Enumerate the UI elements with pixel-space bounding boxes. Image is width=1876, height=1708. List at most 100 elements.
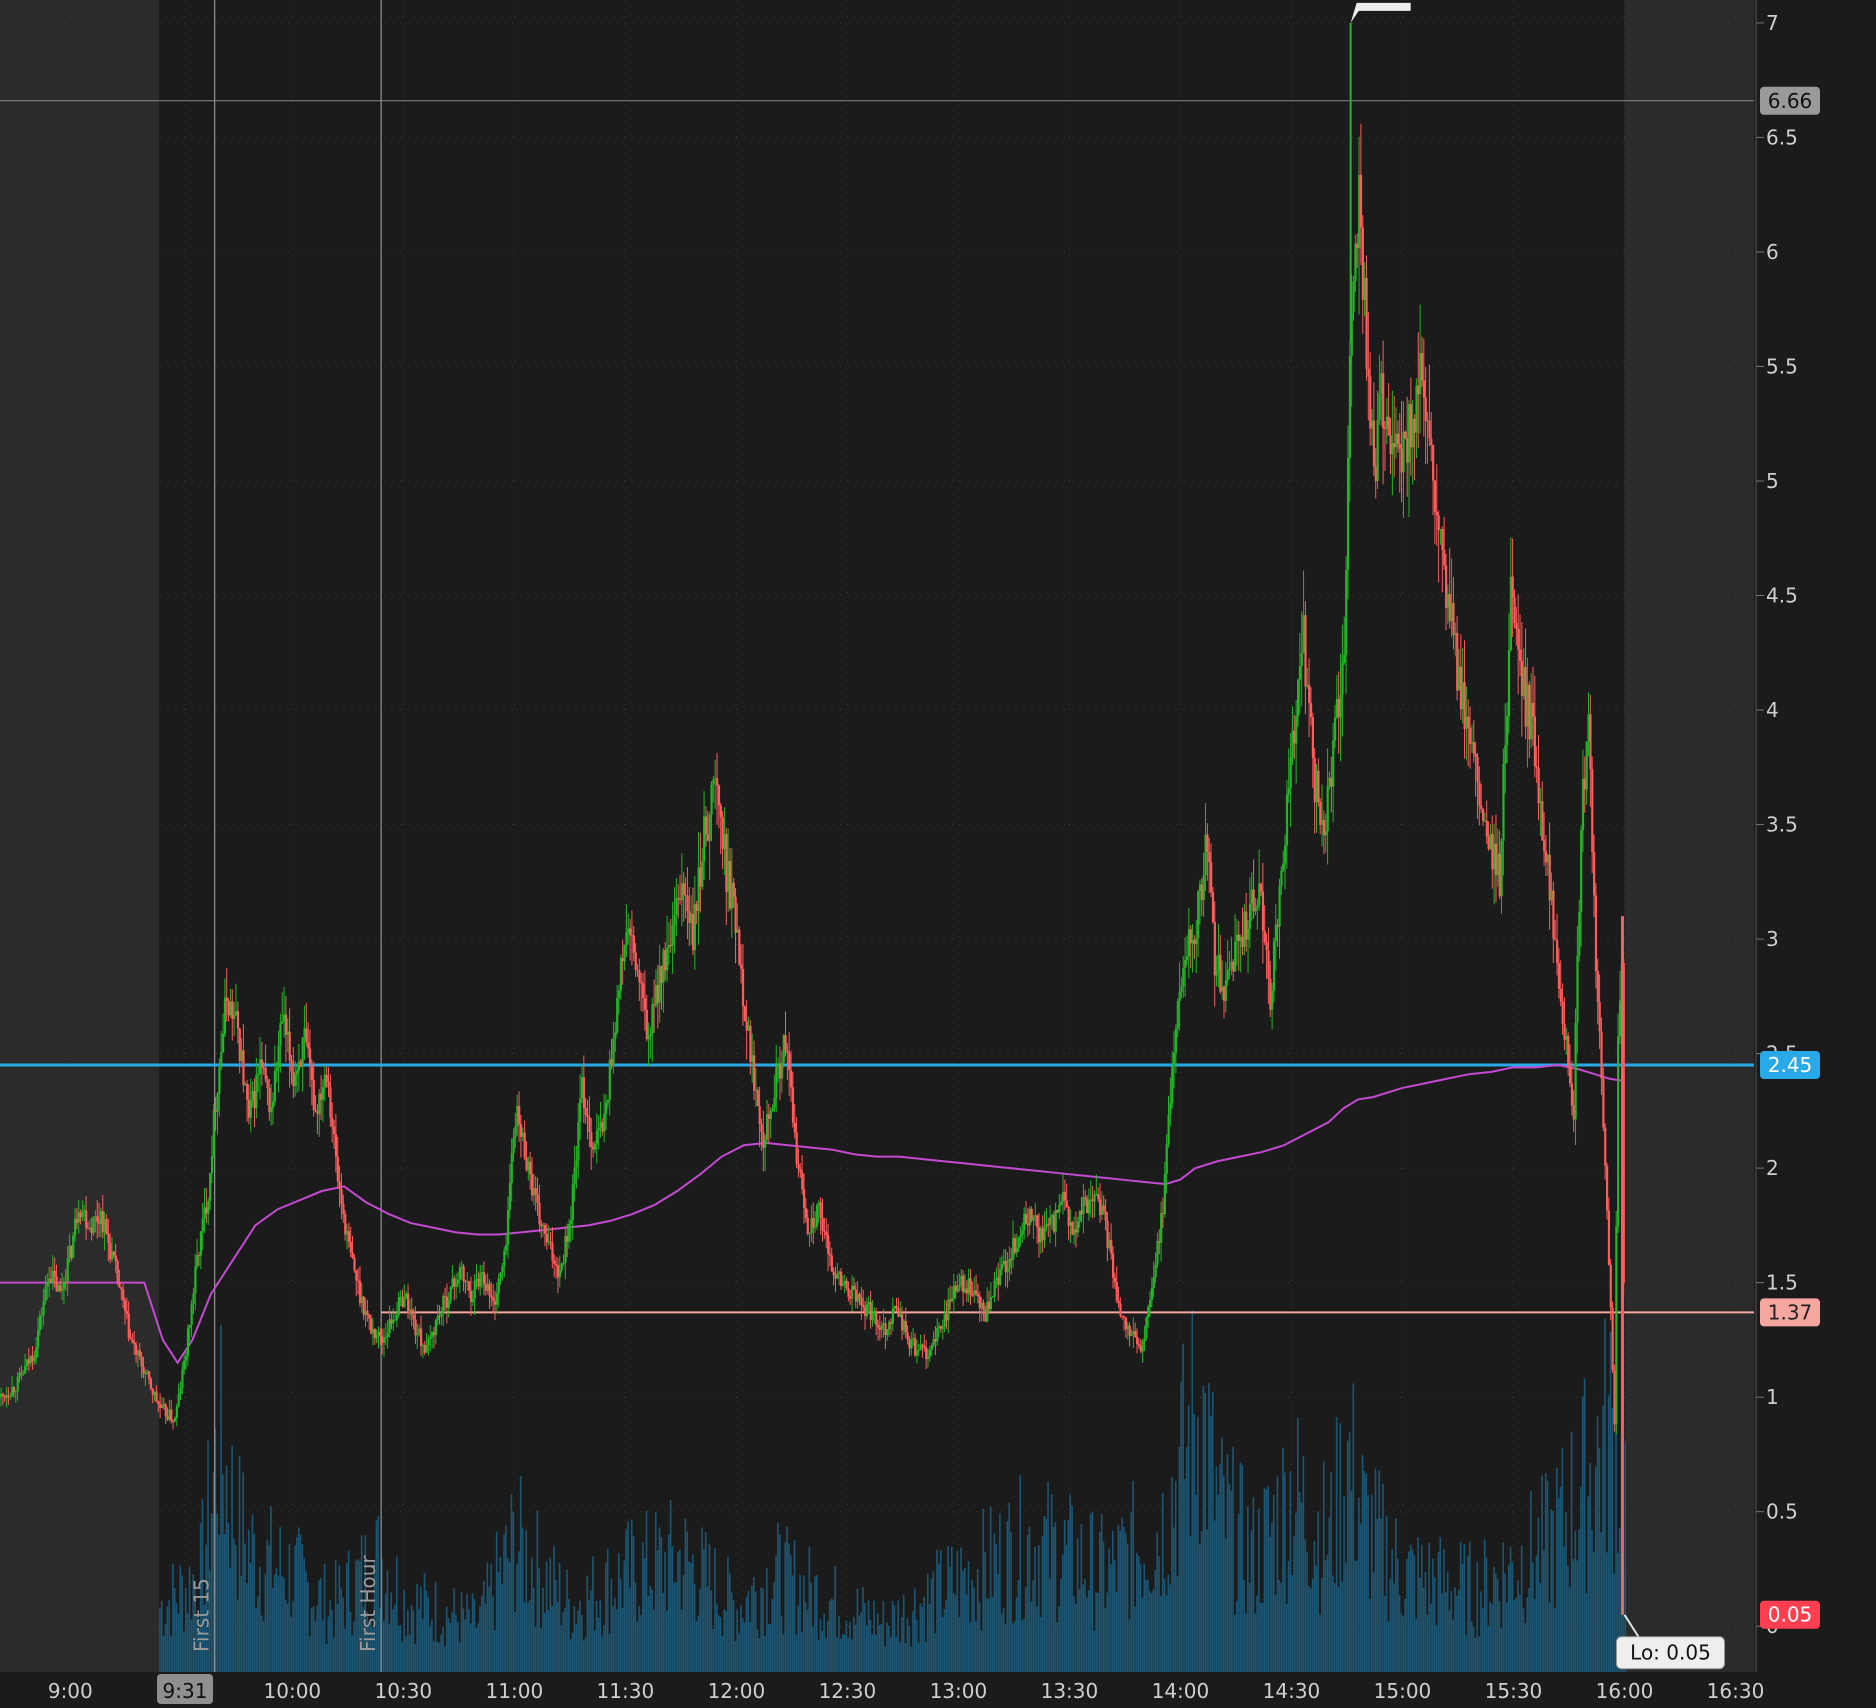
volume-bar [621, 1607, 624, 1672]
volume-bar [1076, 1538, 1079, 1672]
candle-body [573, 1167, 576, 1185]
volume-bar [1269, 1537, 1271, 1672]
volume-bar [399, 1625, 402, 1672]
volume-bar [1528, 1588, 1530, 1672]
candle-body [148, 1371, 151, 1379]
candle-body [462, 1266, 465, 1282]
volume-bar [347, 1550, 350, 1672]
candle-body [686, 895, 689, 912]
volume-bar [1480, 1591, 1482, 1672]
x-tick-label: 11:30 [597, 1679, 655, 1703]
candle-body [501, 1266, 504, 1273]
candle-body [181, 1369, 184, 1389]
volume-bar [956, 1550, 959, 1672]
volume-bar [1517, 1580, 1519, 1672]
volume-bar [264, 1573, 267, 1672]
candle-body [917, 1349, 920, 1351]
volume-bar [640, 1614, 642, 1672]
volume-bar [469, 1623, 472, 1672]
candle-body [634, 952, 637, 970]
candle-body [275, 1068, 278, 1072]
volume-bar [349, 1611, 352, 1672]
volume-bar [1435, 1625, 1438, 1672]
candle-body [482, 1272, 486, 1285]
x-tick-label: 14:30 [1263, 1679, 1321, 1703]
volume-bar [1332, 1575, 1334, 1672]
volume-bar [699, 1588, 701, 1672]
volume-bar [438, 1642, 441, 1672]
volume-bar [516, 1564, 518, 1672]
volume-bar [943, 1609, 946, 1672]
x-tick-label: 16:00 [1596, 1679, 1654, 1703]
volume-bar [1230, 1490, 1232, 1672]
volume-bar [310, 1607, 313, 1672]
volume-bar [297, 1527, 300, 1672]
candle-body [1259, 883, 1263, 892]
candle-body [1567, 1035, 1570, 1067]
volume-bar [947, 1546, 949, 1672]
x-tick-label: 10:30 [375, 1679, 433, 1703]
volume-bar [662, 1592, 664, 1672]
volume-bar [1245, 1612, 1247, 1672]
volume-bar [775, 1555, 777, 1672]
candle-body [1184, 959, 1187, 969]
volume-bar [1335, 1417, 1338, 1672]
candle-body [490, 1295, 493, 1298]
volume-bar [251, 1514, 254, 1672]
candle-body [1285, 794, 1289, 846]
candle-body [1123, 1316, 1126, 1318]
volume-bar [986, 1598, 988, 1672]
volume-bar [1093, 1630, 1096, 1672]
candle-body [246, 1084, 249, 1100]
candle-body [9, 1396, 12, 1398]
volume-bar [416, 1583, 418, 1672]
volume-bar [1161, 1492, 1164, 1672]
candle-body [85, 1210, 88, 1228]
volume-bar [934, 1633, 936, 1672]
candle-body [314, 1110, 317, 1112]
candle-body [814, 1226, 817, 1228]
candle-body [260, 1059, 264, 1068]
candle-body [1378, 393, 1381, 420]
candle-body [336, 1156, 339, 1182]
volume-bar [864, 1603, 866, 1672]
candle-body [1609, 1264, 1612, 1308]
candle-body [403, 1298, 406, 1307]
volume-bar [841, 1634, 844, 1672]
volume-bar [160, 1600, 163, 1672]
volume-bar [1087, 1590, 1090, 1672]
candle-body [682, 883, 685, 895]
volume-bar [636, 1621, 639, 1672]
volume-bar [1596, 1416, 1599, 1672]
candle-body [712, 779, 715, 785]
candle-body [281, 1021, 284, 1023]
candle-body [503, 1250, 506, 1267]
volume-bar [1594, 1466, 1597, 1672]
volume-bar [658, 1527, 661, 1672]
candle-body [1021, 1230, 1024, 1235]
volume-bar [1445, 1592, 1447, 1672]
x-tick-label: 10:00 [264, 1679, 322, 1703]
volume-bar [704, 1532, 707, 1672]
candle-body [112, 1251, 116, 1256]
volume-bar [1012, 1623, 1014, 1672]
volume-bar [1482, 1608, 1484, 1672]
volume-bar [619, 1578, 622, 1672]
volume-bar [1210, 1415, 1212, 1672]
volume-bar [1556, 1467, 1558, 1672]
candle-body [22, 1373, 25, 1375]
x-tick-label: 9:00 [48, 1679, 93, 1703]
volume-bar [858, 1615, 861, 1672]
volume-bar [671, 1546, 674, 1672]
volume-bar [1145, 1579, 1147, 1672]
volume-bar [697, 1615, 700, 1672]
candle-body [72, 1235, 75, 1258]
volume-bar [471, 1593, 474, 1672]
afterhours-shade [1624, 0, 1754, 1672]
volume-bar [1154, 1569, 1157, 1672]
volume-bar [1089, 1514, 1092, 1672]
volume-bar [236, 1599, 239, 1672]
volume-bar [185, 1587, 187, 1672]
volume-bar [741, 1618, 744, 1672]
volume-bar [969, 1622, 972, 1672]
